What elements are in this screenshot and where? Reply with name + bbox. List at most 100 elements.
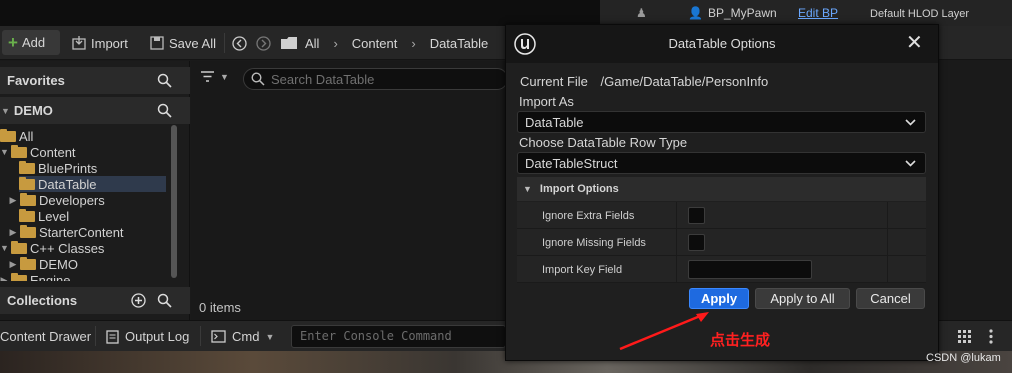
content-drawer-button[interactable]: Content Drawer — [0, 321, 91, 352]
chevron-down-icon: ▼ — [220, 71, 229, 82]
column-divider — [887, 256, 888, 283]
tree-item-label: C++ Classes — [30, 240, 105, 256]
tree-item-blueprints[interactable]: BluePrints — [19, 160, 166, 176]
tree-item-demo[interactable]: ▶ DEMO — [9, 256, 166, 272]
search-icon[interactable] — [157, 73, 172, 88]
save-all-button[interactable]: Save All — [150, 26, 216, 60]
output-log-button[interactable]: Output Log — [106, 321, 189, 352]
breadcrumb-content[interactable]: Content — [352, 36, 398, 51]
save-icon — [150, 36, 164, 50]
pawn-label: BP_MyPawn — [708, 6, 777, 20]
ignore-missing-fields-checkbox[interactable] — [688, 234, 705, 251]
folder-tree: All ▼ Content BluePrints DataTable ▶ Devel… — [0, 123, 170, 281]
tree-item-label: Developers — [39, 192, 105, 208]
breadcrumb-datatable[interactable]: DataTable — [430, 36, 489, 51]
column-divider — [676, 202, 677, 229]
import-as-value: DataTable — [525, 114, 584, 130]
annotation-arrow-icon — [619, 312, 709, 351]
forward-icon[interactable] — [256, 35, 271, 51]
current-file-value: /Game/DataTable/PersonInfo — [600, 74, 769, 89]
back-icon[interactable] — [232, 35, 247, 51]
chevron-down-icon: ▼ — [1, 105, 10, 116]
close-icon[interactable]: ✕ — [906, 33, 923, 53]
edit-bp-link[interactable]: Edit BP — [798, 6, 838, 20]
cancel-button[interactable]: Cancel — [856, 288, 925, 309]
collections-header[interactable]: Collections — [0, 287, 190, 314]
import-as-label: Import As — [519, 94, 574, 109]
status-divider — [200, 326, 201, 346]
grid-icon[interactable] — [958, 330, 972, 344]
row-type-dropdown[interactable]: DateTableStruct — [517, 152, 926, 174]
cmd-label: Cmd — [232, 329, 260, 344]
annotation-note: 点击生成 — [710, 332, 771, 349]
search-datatable-input[interactable]: Search DataTable — [243, 68, 508, 90]
tree-item-all[interactable]: All — [0, 128, 166, 144]
folder-icon — [11, 240, 27, 254]
row-type-value: DateTableStruct — [525, 155, 618, 171]
folder-icon — [20, 192, 36, 206]
search-icon[interactable] — [157, 293, 172, 308]
folder-icon — [0, 128, 16, 142]
tree-item-label: DataTable — [38, 176, 97, 192]
tree-item-cpp-classes[interactable]: ▼ C++ Classes — [0, 240, 166, 256]
import-options-header[interactable]: ▼ Import Options — [517, 177, 926, 201]
project-header[interactable]: ▼ DEMO — [0, 97, 190, 124]
breadcrumb-all[interactable]: All — [305, 36, 319, 51]
option-row-ignore-missing: Ignore Missing Fields — [517, 229, 926, 256]
tree-item-datatable[interactable]: DataTable — [19, 176, 166, 192]
add-button[interactable]: + Add — [2, 30, 60, 55]
toolbar-divider — [224, 33, 225, 53]
favorites-header[interactable]: Favorites — [0, 67, 190, 94]
item-count: 0 items — [199, 300, 241, 315]
search-placeholder: Search DataTable — [271, 71, 375, 87]
tree-item-label: Level — [38, 208, 70, 224]
add-label: Add — [21, 35, 46, 50]
favorites-label: Favorites — [7, 73, 65, 88]
output-log-label: Output Log — [125, 329, 190, 344]
breadcrumb-separator-icon: › — [333, 35, 338, 51]
tree-item-content[interactable]: ▼ Content — [0, 144, 166, 160]
folder-icon — [11, 272, 27, 281]
tree-item-engine[interactable]: ▶ Engine — [0, 272, 166, 281]
add-circle-icon[interactable] — [131, 293, 146, 308]
breadcrumb: All › Content › DataTable — [305, 26, 488, 60]
level-info-bar: ♟ 👤 BP_MyPawn Edit BP Default HLOD Layer — [600, 0, 1012, 26]
tree-item-level[interactable]: Level — [19, 208, 166, 224]
tree-item-label: StarterContent — [39, 224, 124, 240]
cmd-dropdown[interactable]: Cmd ▼ — [211, 321, 274, 352]
collections-label: Collections — [7, 293, 78, 308]
apply-to-all-button[interactable]: Apply to All — [755, 288, 850, 309]
search-icon[interactable] — [157, 103, 172, 118]
more-options-icon[interactable] — [988, 329, 994, 344]
folder-icon — [19, 208, 35, 222]
asset-view: ▼ Search DataTable 0 items — [191, 61, 508, 320]
ignore-extra-fields-checkbox[interactable] — [688, 207, 705, 224]
import-button[interactable]: Import — [72, 26, 128, 60]
project-label: DEMO — [13, 103, 53, 118]
tree-item-label: Engine — [30, 272, 71, 282]
folder-icon — [19, 176, 35, 190]
import-as-dropdown[interactable]: DataTable — [517, 111, 926, 133]
plus-icon: + — [8, 33, 18, 52]
datatable-options-dialog: DataTable Options ✕ Current File /Game/D… — [505, 24, 939, 361]
column-divider — [887, 202, 888, 229]
breadcrumb-separator-icon: › — [411, 35, 416, 51]
option-row-ignore-extra: Ignore Extra Fields — [517, 202, 926, 229]
folder-icon[interactable] — [280, 36, 298, 50]
chevron-down-icon: ▼ — [265, 331, 275, 342]
filter-button[interactable]: ▼ — [200, 70, 229, 83]
tree-item-startercontent[interactable]: ▶ StarterContent — [9, 224, 166, 240]
tree-item-developers[interactable]: ▶ Developers — [9, 192, 166, 208]
dialog-title-bar[interactable]: DataTable Options ✕ — [506, 25, 938, 63]
console-command-input[interactable]: Enter Console Command — [291, 325, 506, 348]
tree-scrollbar[interactable] — [171, 125, 177, 278]
content-drawer-label: Content Drawer — [0, 329, 92, 344]
log-icon — [106, 329, 119, 344]
pawn-small-icon: ♟ — [636, 6, 647, 20]
watermark: CSDN @lukam — [926, 352, 1001, 364]
hlod-layer-label: Default HLOD Layer — [870, 8, 970, 20]
user-icon: 👤 — [688, 6, 703, 20]
chevron-right-icon: ▶ — [9, 194, 17, 205]
search-icon — [251, 72, 265, 86]
import-key-field-input[interactable] — [688, 260, 812, 279]
